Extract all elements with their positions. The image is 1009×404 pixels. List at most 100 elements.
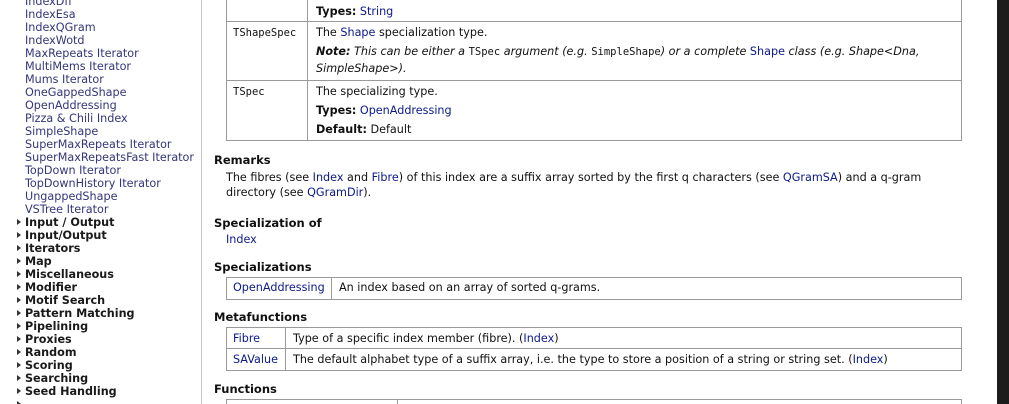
qgramdir-link[interactable]: QGramDir: [307, 186, 363, 199]
table-divider: [331, 278, 332, 299]
sidebar-category-partial[interactable]: [17, 398, 25, 404]
sidebar-category-miscellaneous[interactable]: Miscellaneous: [17, 268, 114, 281]
type-link-openaddressing[interactable]: OpenAddressing: [360, 104, 452, 117]
sidebar-item-indexqgram[interactable]: IndexQGram: [25, 21, 96, 34]
sidebar-item-multimems-iterator[interactable]: MultiMems Iterator: [25, 60, 131, 73]
specialization-of-heading: Specialization of: [214, 216, 322, 230]
param-types-tspec: Types: OpenAddressing: [316, 104, 452, 118]
sidebar-item-onegappedshape[interactable]: OneGappedShape: [25, 86, 127, 99]
sidebar-item-openaddressing[interactable]: OpenAddressing: [25, 99, 117, 112]
specialization-openaddressing-link[interactable]: OpenAddressing: [233, 281, 325, 295]
sidebar-category-label: Input / Output: [25, 216, 115, 229]
table-divider: [227, 80, 961, 81]
sidebar-category-input-output[interactable]: Input / Output: [17, 216, 114, 229]
sidebar-item-ungappedshape[interactable]: UngappedShape: [25, 190, 117, 203]
metafunction-savalue-desc: The default alphabet type of a suffix ar…: [293, 353, 888, 366]
sidebar-item-topdownhistory-iterator[interactable]: TopDownHistory Iterator: [25, 177, 161, 190]
specialization-desc: An index based on an array of sorted q-g…: [339, 281, 601, 294]
sidebar-category-label: Random: [25, 346, 77, 359]
sidebar-category-proxies[interactable]: Proxies: [17, 333, 72, 346]
index-link[interactable]: Index: [853, 353, 884, 366]
sidebar-item-pizza-chili-index[interactable]: Pizza & Chili Index: [25, 112, 128, 125]
expand-triangle-icon: [17, 349, 21, 355]
param-name-tspec: TSpec: [233, 86, 265, 98]
sidebar-category-pattern-matching[interactable]: Pattern Matching: [17, 307, 135, 320]
specialization-of-index-link[interactable]: Index: [226, 233, 257, 247]
window-edge: [997, 0, 1009, 404]
expand-triangle-icon: [17, 310, 21, 316]
expand-triangle-icon: [17, 232, 21, 238]
sidebar-item-indexdfi[interactable]: IndexDfi: [25, 0, 71, 8]
expand-triangle-icon: [17, 245, 21, 251]
template-params-table: Types: String TShapeSpec The Shape speci…: [226, 0, 962, 141]
index-link[interactable]: Index: [313, 171, 344, 184]
table-divider: [227, 348, 961, 349]
sidebar-category-label: Motif Search: [25, 294, 106, 307]
expand-triangle-icon: [17, 271, 21, 277]
param-note-line2: SimpleShape>).: [316, 62, 407, 75]
expand-triangle-icon: [17, 375, 21, 381]
param-desc-tshapespec: The Shape specialization type.: [316, 26, 488, 39]
param-row-types: Types: String: [316, 5, 393, 19]
sidebar-category-searching[interactable]: Searching: [17, 372, 88, 385]
remarks-heading: Remarks: [214, 153, 271, 167]
sidebar-item-indexesa[interactable]: IndexEsa: [25, 8, 76, 21]
sidebar-item-indexwotd[interactable]: IndexWotd: [25, 34, 85, 47]
sidebar-item-supermaxrepeatsfast-iterator[interactable]: SuperMaxRepeatsFast Iterator: [25, 151, 194, 164]
sidebar-category-label: Proxies: [25, 333, 72, 346]
sidebar-category-label: Pattern Matching: [25, 307, 135, 320]
expand-triangle-icon: [17, 284, 21, 290]
sidebar-category-pipelining[interactable]: Pipelining: [17, 320, 88, 333]
qgramsa-link[interactable]: QGramSA: [783, 171, 838, 184]
expand-triangle-icon: [17, 258, 21, 264]
default-label: Default:: [316, 123, 367, 136]
expand-triangle-icon: [17, 323, 21, 329]
specializations-table: OpenAddressing An index based on an arra…: [226, 277, 962, 300]
metafunction-savalue-link[interactable]: SAValue: [233, 353, 278, 367]
sidebar-category-label: Scoring: [25, 359, 73, 372]
sidebar-item-supermaxrepeats-iterator[interactable]: SuperMaxRepeats Iterator: [25, 138, 172, 151]
metafunctions-table: Fibre Type of a specific index member (f…: [226, 327, 962, 371]
functions-heading: Functions: [214, 382, 277, 396]
functions-table: [226, 399, 962, 404]
sidebar-item-vstree-iterator[interactable]: VSTree Iterator: [25, 203, 108, 216]
sidebar-nav: IndexDfi IndexEsa IndexQGram IndexWotd M…: [0, 0, 202, 404]
expand-triangle-icon: [17, 388, 21, 394]
sidebar-category-input-output-2[interactable]: Input/Output: [17, 229, 107, 242]
param-name-tshapespec: TShapeSpec: [233, 27, 297, 39]
sidebar-item-topdown-iterator[interactable]: TopDown Iterator: [25, 164, 121, 177]
default-value: Default: [370, 123, 412, 136]
shape-link[interactable]: Shape: [340, 26, 375, 39]
index-link[interactable]: Index: [523, 332, 554, 345]
expand-triangle-icon: [17, 219, 21, 225]
expand-triangle-icon: [17, 336, 21, 342]
sidebar-category-label: Map: [25, 255, 52, 268]
sidebar-category-iterators[interactable]: Iterators: [17, 242, 80, 255]
note-label: Note:: [316, 45, 351, 58]
sidebar-category-label: Modifier: [25, 281, 78, 294]
specializations-heading: Specializations: [214, 260, 312, 274]
type-link-string[interactable]: String: [360, 5, 393, 18]
shape-class-link[interactable]: Shape: [750, 45, 785, 58]
sidebar-category-label: Miscellaneous: [25, 268, 114, 281]
param-default-tspec: Default: Default: [316, 123, 411, 137]
sidebar-item-maxrepeats-iterator[interactable]: MaxRepeats Iterator: [25, 47, 139, 60]
metafunction-fibre-desc: Type of a specific index member (fibre).…: [293, 332, 559, 345]
sidebar-category-random[interactable]: Random: [17, 346, 76, 359]
sidebar-category-modifier[interactable]: Modifier: [17, 281, 77, 294]
sidebar-category-map[interactable]: Map: [17, 255, 52, 268]
fibre-link[interactable]: Fibre: [372, 171, 399, 184]
sidebar-category-scoring[interactable]: Scoring: [17, 359, 73, 372]
types-label: Types:: [316, 5, 357, 18]
param-desc-tspec: The specializing type.: [316, 85, 438, 98]
table-divider: [227, 21, 961, 22]
sidebar-category-label: Seed Handling: [25, 385, 117, 398]
table-divider: [285, 328, 286, 370]
sidebar-item-simpleshape[interactable]: SimpleShape: [25, 125, 98, 138]
main-content: Types: String TShapeSpec The Shape speci…: [202, 0, 997, 404]
sidebar-category-seed-handling[interactable]: Seed Handling: [17, 385, 117, 398]
param-note-line1: Note: This can be either a TSpec argumen…: [316, 45, 920, 58]
metafunction-fibre-link[interactable]: Fibre: [233, 332, 260, 346]
sidebar-item-mums-iterator[interactable]: Mums Iterator: [25, 73, 104, 86]
sidebar-category-motif-search[interactable]: Motif Search: [17, 294, 105, 307]
